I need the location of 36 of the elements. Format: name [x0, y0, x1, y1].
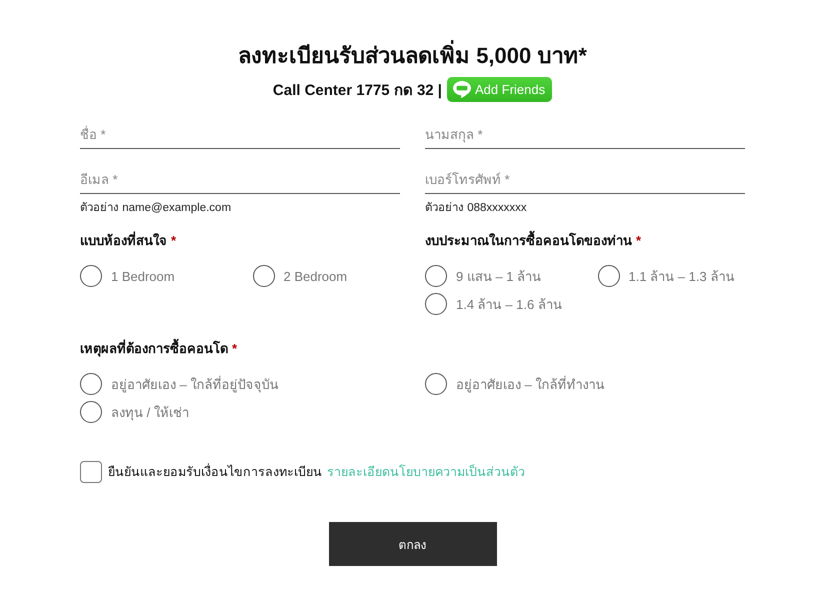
- option-label[interactable]: 1.4 ล้าน – 1.6 ล้าน: [456, 294, 562, 314]
- question-heading: งบประมาณในการซื้อคอนโดของท่าน: [425, 231, 632, 251]
- option-label[interactable]: อยู่อาศัยเอง – ใกล้ที่อยู่ปัจจุบัน: [111, 374, 278, 394]
- consent-text: ยืนยันและยอมรับเงื่อนไขการลงทะเบียน รายละเอียดนโยบายความเป็นส่วนตัว: [108, 462, 525, 481]
- submit-button[interactable]: ตกลง: [328, 522, 496, 566]
- input-field[interactable]: เบอร์โทรศัพท์ *: [425, 166, 745, 194]
- option-label[interactable]: 1.1 ล้าน – 1.3 ล้าน: [628, 266, 734, 286]
- radio-button[interactable]: [598, 265, 620, 287]
- call-center-text: Call Center 1775 กด 32 |: [272, 80, 442, 100]
- question-heading: เหตุผลที่ต้องการซื้อคอนโด: [80, 339, 228, 359]
- input-field[interactable]: อีเมล *: [80, 166, 400, 194]
- radio-button[interactable]: [80, 373, 102, 395]
- radio-button[interactable]: [80, 401, 102, 423]
- chat-bubble-icon: [453, 81, 472, 98]
- option-label[interactable]: ลงทุน / ให้เช่า: [111, 402, 189, 422]
- required-mark: *: [232, 340, 238, 358]
- example-hint: ตัวอย่าง name@example.com: [80, 201, 232, 216]
- option-label[interactable]: อยู่อาศัยเอง – ใกล้ที่ทำงาน: [456, 374, 604, 394]
- input-field[interactable]: นามสกุล *: [425, 121, 745, 149]
- radio-button[interactable]: [425, 293, 447, 315]
- option-label[interactable]: 2 Bedroom: [284, 268, 348, 284]
- radio-button[interactable]: [252, 265, 274, 287]
- radio-button[interactable]: [425, 265, 447, 287]
- input-field[interactable]: ชื่อ *: [80, 121, 400, 149]
- option-label[interactable]: 1 Bedroom: [111, 268, 175, 284]
- privacy-policy-link[interactable]: รายละเอียดนโยบายความเป็นส่วนตัว: [327, 465, 525, 479]
- form-title: ลงทะเบียนรับส่วนลดเพิ่ม 5,000 บาท*: [80, 40, 745, 72]
- option-label[interactable]: 9 แสน – 1 ล้าน: [456, 266, 542, 286]
- add-friends-button[interactable]: Add Friends: [447, 77, 552, 102]
- radio-button[interactable]: [80, 265, 102, 287]
- example-hint: ตัวอย่าง 088xxxxxxx: [425, 201, 528, 216]
- required-mark: *: [636, 232, 642, 250]
- radio-button[interactable]: [425, 373, 447, 395]
- required-mark: *: [171, 232, 176, 250]
- checkbox[interactable]: [80, 461, 102, 483]
- question-heading: แบบห้องที่สนใจ: [80, 231, 167, 250]
